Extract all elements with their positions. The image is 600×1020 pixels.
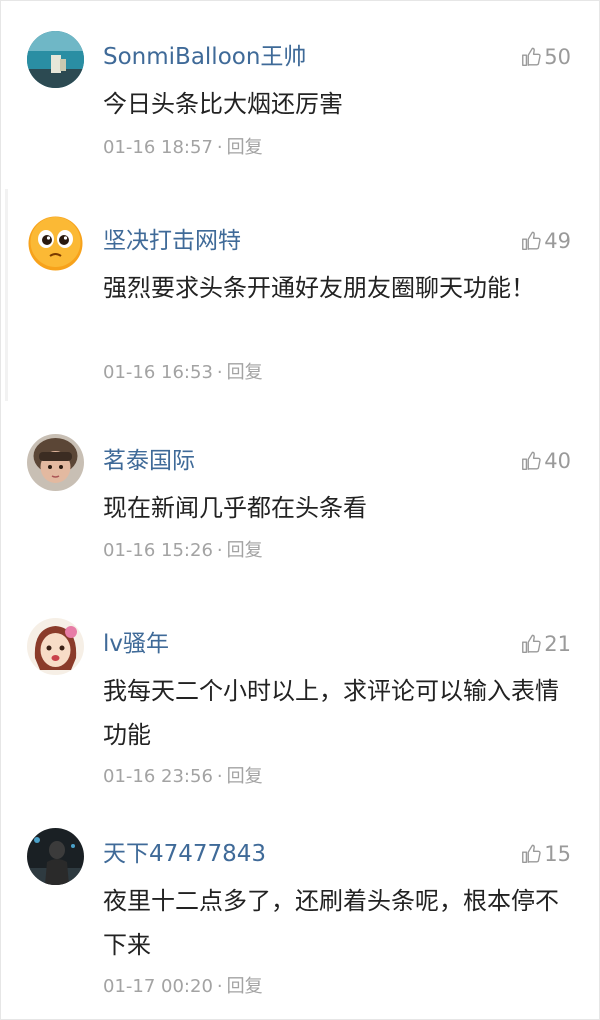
reply-button[interactable]: 回复 <box>227 540 263 561</box>
like-button[interactable]: 15 <box>520 840 571 868</box>
dark-figure-icon <box>27 828 84 885</box>
like-count: 21 <box>544 632 571 656</box>
like-count: 50 <box>544 45 571 69</box>
comment-time: 01-16 16:53 <box>103 362 213 383</box>
comment-meta: 01-16 23:56 · 回复 <box>103 766 263 787</box>
comment-username[interactable]: 坚决打击网特 <box>103 227 241 255</box>
side-divider <box>5 189 8 401</box>
like-button[interactable]: 50 <box>520 43 571 71</box>
child-photo-icon <box>27 434 84 491</box>
comment-time: 01-16 18:57 <box>103 137 213 158</box>
avatar[interactable] <box>27 618 84 675</box>
avatar-scene-icon <box>27 31 84 88</box>
comment-text: 强烈要求头条开通好友朋友圈聊天功能！ <box>103 274 535 302</box>
comment-meta: 01-16 18:57 · 回复 <box>103 137 263 158</box>
thumbs-up-icon <box>522 634 541 653</box>
comment-username[interactable]: 天下47477843 <box>103 840 266 868</box>
like-count: 49 <box>544 229 571 253</box>
like-button[interactable]: 40 <box>520 447 571 475</box>
avatar[interactable] <box>27 434 84 491</box>
reply-button[interactable]: 回复 <box>227 362 263 383</box>
thumbs-up-icon <box>522 231 541 250</box>
comment-meta: 01-17 00:20 · 回复 <box>103 976 263 997</box>
emoji-face-icon <box>27 215 84 272</box>
avatar[interactable] <box>27 31 84 88</box>
thumbs-up-icon <box>522 47 541 66</box>
comment-username[interactable]: SonmiBalloon王帅 <box>103 43 306 71</box>
like-button[interactable]: 21 <box>520 630 571 658</box>
comment-text: 今日头条比大烟还厉害 <box>103 90 343 118</box>
comment-meta: 01-16 15:26 · 回复 <box>103 540 263 561</box>
comment-time: 01-16 15:26 <box>103 540 213 561</box>
comment-text: 现在新闻几乎都在头条看 <box>103 494 367 522</box>
thumbs-up-icon <box>522 451 541 470</box>
reply-button[interactable]: 回复 <box>227 766 263 787</box>
cartoon-girl-icon <box>27 618 84 675</box>
comment-meta: 01-16 16:53 · 回复 <box>103 362 263 383</box>
reply-button[interactable]: 回复 <box>227 976 263 997</box>
like-button[interactable]: 49 <box>520 227 571 255</box>
avatar[interactable] <box>27 215 84 272</box>
like-count: 40 <box>544 449 571 473</box>
avatar[interactable] <box>27 828 84 885</box>
thumbs-up-icon <box>522 844 541 863</box>
like-count: 15 <box>544 842 571 866</box>
comment-time: 01-16 23:56 <box>103 766 213 787</box>
comment-username[interactable]: lv骚年 <box>103 630 169 658</box>
comment-text: 夜里十二点多了，还刷着头条呢，根本停不下来 <box>103 887 559 959</box>
comment-text: 我每天二个小时以上，求评论可以输入表情功能 <box>103 677 559 749</box>
comment-time: 01-17 00:20 <box>103 976 213 997</box>
comment-list: SonmiBalloon王帅 50 今日头条比大烟还厉害 01-16 18:57… <box>0 0 600 1020</box>
comment-username[interactable]: 茗泰国际 <box>103 447 195 475</box>
reply-button[interactable]: 回复 <box>227 137 263 158</box>
